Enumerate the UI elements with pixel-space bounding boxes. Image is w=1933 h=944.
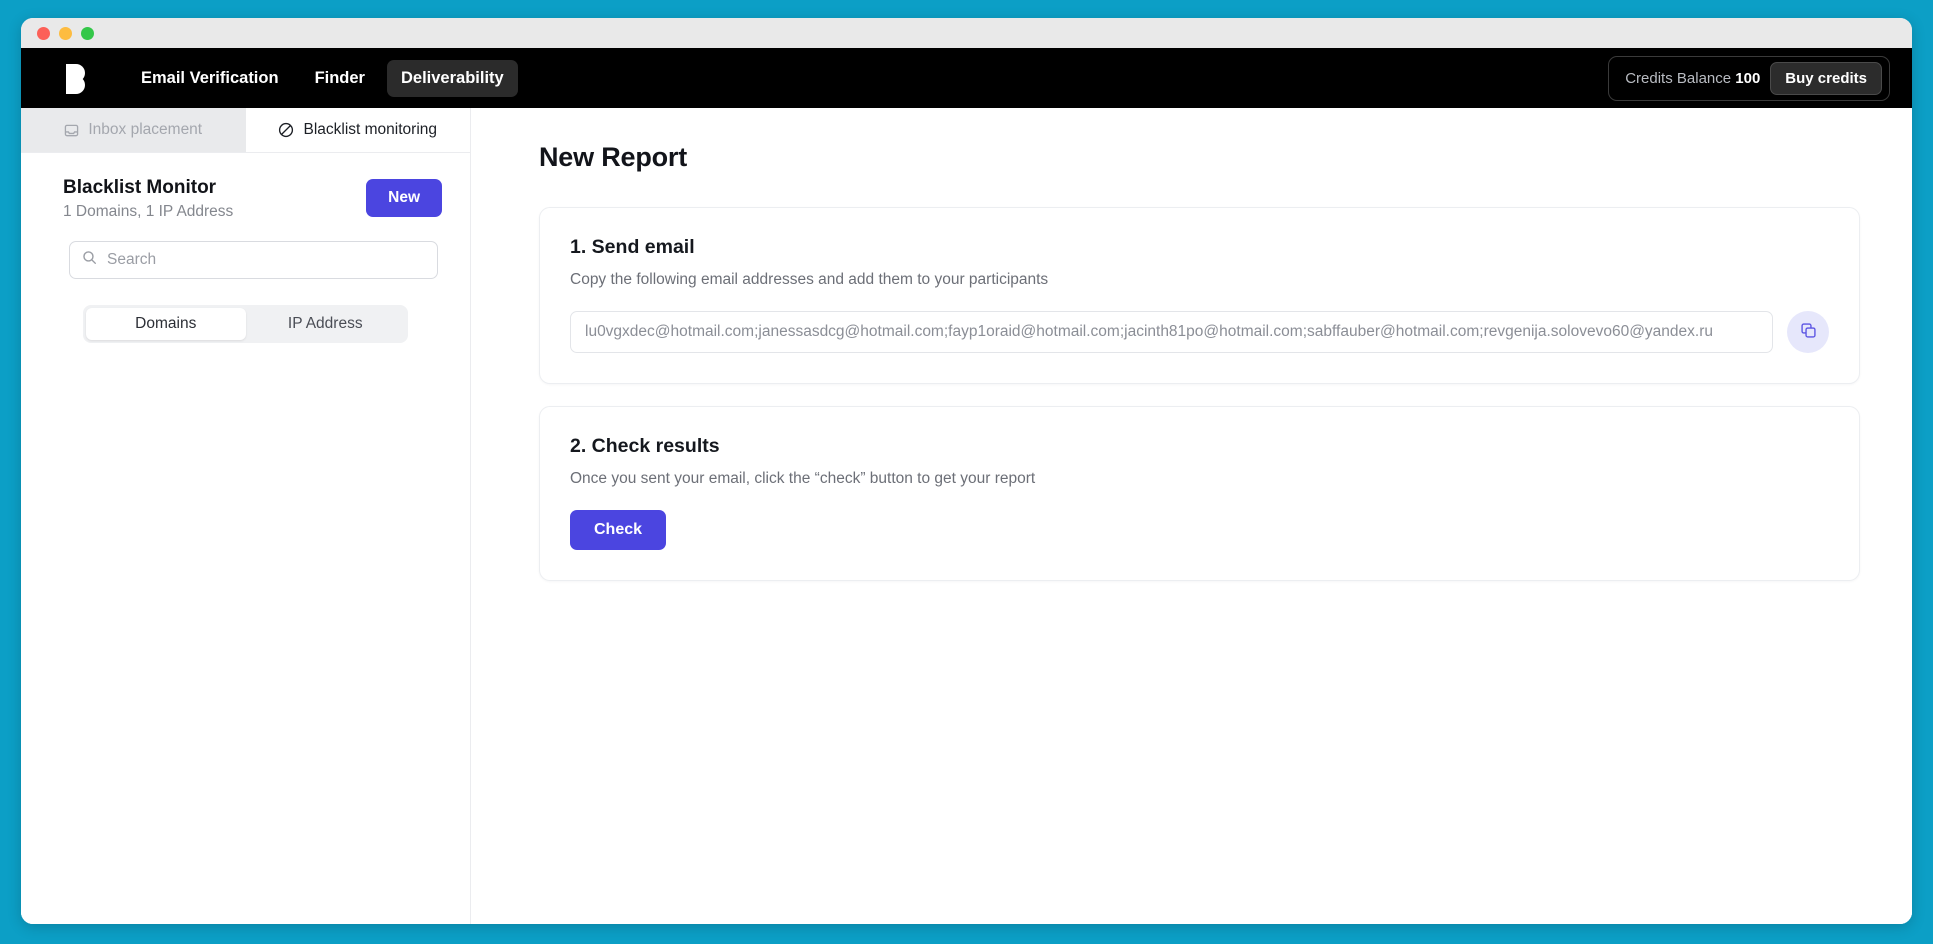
app-body: Inbox placement Blacklist monitoring Bla… [21,108,1912,924]
search-field-wrapper[interactable] [69,240,438,279]
top-navigation-bar: Email Verification Finder Deliverability… [21,48,1912,108]
main-content: New Report 1. Send email Copy the follow… [471,108,1912,924]
minimize-window-button[interactable] [59,26,72,40]
buy-credits-button[interactable]: Buy credits [1770,61,1882,95]
blacklist-monitor-header: Blacklist Monitor 1 Domains, 1 IP Addres… [21,153,470,221]
tab-blacklist-monitoring[interactable]: Blacklist monitoring [245,108,470,152]
email-addresses-input[interactable] [570,311,1773,353]
segment-ip-address[interactable]: IP Address [246,308,406,340]
search-icon [82,250,97,270]
check-button[interactable]: Check [570,510,667,550]
inbox-icon [64,123,79,138]
step-1-description: Copy the following email addresses and a… [570,271,1049,288]
email-addresses-row [570,311,1829,353]
domain-ip-segmented-control: Domains IP Address [83,304,408,343]
blacklist-monitor-subtitle: 1 Domains, 1 IP Address [63,202,234,220]
sidebar: Inbox placement Blacklist monitoring Bla… [21,108,471,924]
nav-link-deliverability[interactable]: Deliverability [386,59,518,97]
window-titlebar [21,18,1912,48]
segment-domains[interactable]: Domains [86,307,246,340]
blacklist-monitor-titles: Blacklist Monitor 1 Domains, 1 IP Addres… [63,175,233,221]
blacklist-monitor-title: Blacklist Monitor [63,177,217,198]
copy-emails-button[interactable] [1787,311,1829,353]
ban-icon [278,122,294,138]
sidebar-tabs: Inbox placement Blacklist monitoring [21,108,470,153]
maximize-window-button[interactable] [81,26,94,40]
tab-inbox-placement-label: Inbox placement [88,121,203,138]
nav-links: Email Verification Finder Deliverability [127,59,518,97]
tab-blacklist-monitoring-label: Blacklist monitoring [303,121,438,138]
credits-balance-text: Credits Balance 100 [1625,70,1760,87]
step-check-results-card: 2. Check results Once you sent your emai… [539,406,1860,581]
credits-balance-group: Credits Balance 100 Buy credits [1608,55,1890,101]
nav-link-email-verification[interactable]: Email Verification [127,60,293,97]
copy-icon [1800,322,1817,342]
tab-inbox-placement[interactable]: Inbox placement [21,108,246,152]
nav-link-finder[interactable]: Finder [301,60,379,97]
new-monitor-button[interactable]: New [366,179,442,217]
close-window-button[interactable] [37,26,50,40]
step-2-title: 2. Check results [570,435,720,457]
search-input[interactable] [107,250,425,269]
credits-balance-label: Credits Balance [1625,69,1732,87]
step-send-email-card: 1. Send email Copy the following email a… [539,207,1860,384]
page-title: New Report [539,142,688,172]
hunter-logo-icon[interactable] [61,61,91,95]
step-2-description: Once you sent your email, click the “che… [570,470,1036,487]
credits-balance-value: 100 [1735,69,1761,87]
app-window: Email Verification Finder Deliverability… [21,18,1912,924]
step-1-title: 1. Send email [570,236,695,258]
